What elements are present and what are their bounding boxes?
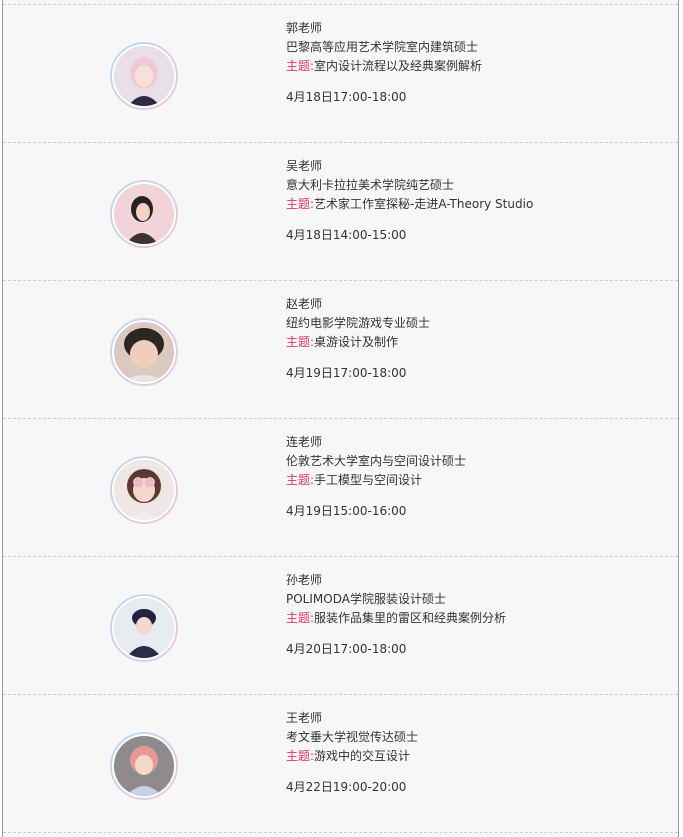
divider [3,832,678,833]
avatar-photo [112,458,176,522]
topic-text: 游戏中的交互设计 [314,749,411,763]
avatar[interactable] [110,180,178,248]
avatar[interactable] [110,594,178,662]
session-time: 4月18日17:00-18:00 [286,90,407,104]
teacher-name: 郭老师 [286,21,323,35]
topic-line: 主题:游戏中的交互设计 [286,747,666,766]
session-time: 4月18日14:00-15:00 [286,228,407,242]
teacher-info: 孙老师 POLIMODA学院服装设计硕士 主题:服装作品集里的雷区和经典案例分析… [286,571,666,659]
topic-text: 室内设计流程以及经典案例解析 [314,59,483,73]
portrait-icon [114,598,174,658]
topic-label: 主题: [286,749,315,763]
teacher-degree: 巴黎高等应用艺术学院室内建筑硕士 [286,40,479,54]
avatar[interactable] [110,456,178,524]
portrait-icon [114,46,174,106]
avatar[interactable] [110,42,178,110]
session-time: 4月20日17:00-18:00 [286,642,407,656]
session-time: 4月19日15:00-16:00 [286,504,407,518]
topic-line: 主题:艺术家工作室探秘-走进A-Theory Studio [286,195,666,214]
teacher-card: 孙老师 POLIMODA学院服装设计硕士 主题:服装作品集里的雷区和经典案例分析… [3,556,678,694]
teacher-info: 连老师 伦敦艺术大学室内与空间设计硕士 主题:手工模型与空间设计 4月19日15… [286,433,666,521]
teacher-card: 吴老师 意大利卡拉拉美术学院纯艺硕士 主题:艺术家工作室探秘-走进A-Theor… [3,142,678,280]
topic-line: 主题:手工模型与空间设计 [286,471,666,490]
topic-text: 服装作品集里的雷区和经典案例分析 [314,611,507,625]
topic-label: 主题: [286,611,315,625]
portrait-icon [114,322,174,382]
avatar-photo [112,44,176,108]
teacher-degree: 纽约电影学院游戏专业硕士 [286,316,431,330]
topic-line: 主题:桌游设计及制作 [286,333,666,352]
teacher-name: 王老师 [286,711,323,725]
avatar-photo [112,734,176,798]
teacher-name: 孙老师 [286,573,323,587]
topic-label: 主题: [286,197,315,211]
avatar-photo [112,320,176,384]
topic-line: 主题:服装作品集里的雷区和经典案例分析 [286,609,666,628]
teacher-degree: 意大利卡拉拉美术学院纯艺硕士 [286,178,455,192]
page-frame: 郭老师 巴黎高等应用艺术学院室内建筑硕士 主题:室内设计流程以及经典案例解析 4… [2,0,679,837]
topic-label: 主题: [286,473,315,487]
teacher-info: 吴老师 意大利卡拉拉美术学院纯艺硕士 主题:艺术家工作室探秘-走进A-Theor… [286,157,666,245]
session-time: 4月19日17:00-18:00 [286,366,407,380]
portrait-icon [114,184,174,244]
topic-text: 桌游设计及制作 [314,335,399,349]
teacher-card: 赵老师 纽约电影学院游戏专业硕士 主题:桌游设计及制作 4月19日17:00-1… [3,280,678,418]
avatar-photo [112,596,176,660]
teacher-degree: 考文垂大学视觉传达硕士 [286,730,419,744]
teacher-name: 连老师 [286,435,323,449]
teacher-name: 吴老师 [286,159,323,173]
teacher-card: 连老师 伦敦艺术大学室内与空间设计硕士 主题:手工模型与空间设计 4月19日15… [3,418,678,556]
topic-label: 主题: [286,335,315,349]
avatar-photo [112,182,176,246]
topic-text: 手工模型与空间设计 [314,473,423,487]
avatar[interactable] [110,732,178,800]
session-time: 4月22日19:00-20:00 [286,780,407,794]
teacher-degree: 伦敦艺术大学室内与空间设计硕士 [286,454,467,468]
teacher-list: 郭老师 巴黎高等应用艺术学院室内建筑硕士 主题:室内设计流程以及经典案例解析 4… [3,4,678,832]
teacher-card: 郭老师 巴黎高等应用艺术学院室内建筑硕士 主题:室内设计流程以及经典案例解析 4… [3,4,678,142]
teacher-info: 赵老师 纽约电影学院游戏专业硕士 主题:桌游设计及制作 4月19日17:00-1… [286,295,666,383]
teacher-info: 郭老师 巴黎高等应用艺术学院室内建筑硕士 主题:室内设计流程以及经典案例解析 4… [286,19,666,107]
teacher-degree: POLIMODA学院服装设计硕士 [286,592,446,606]
portrait-icon [114,736,174,796]
teacher-info: 王老师 考文垂大学视觉传达硕士 主题:游戏中的交互设计 4月22日19:00-2… [286,709,666,797]
topic-label: 主题: [286,59,315,73]
portrait-icon [114,460,174,520]
teacher-card: 王老师 考文垂大学视觉传达硕士 主题:游戏中的交互设计 4月22日19:00-2… [3,694,678,832]
avatar[interactable] [110,318,178,386]
teacher-name: 赵老师 [286,297,323,311]
topic-line: 主题:室内设计流程以及经典案例解析 [286,57,666,76]
topic-text: 艺术家工作室探秘-走进A-Theory Studio [314,197,534,211]
